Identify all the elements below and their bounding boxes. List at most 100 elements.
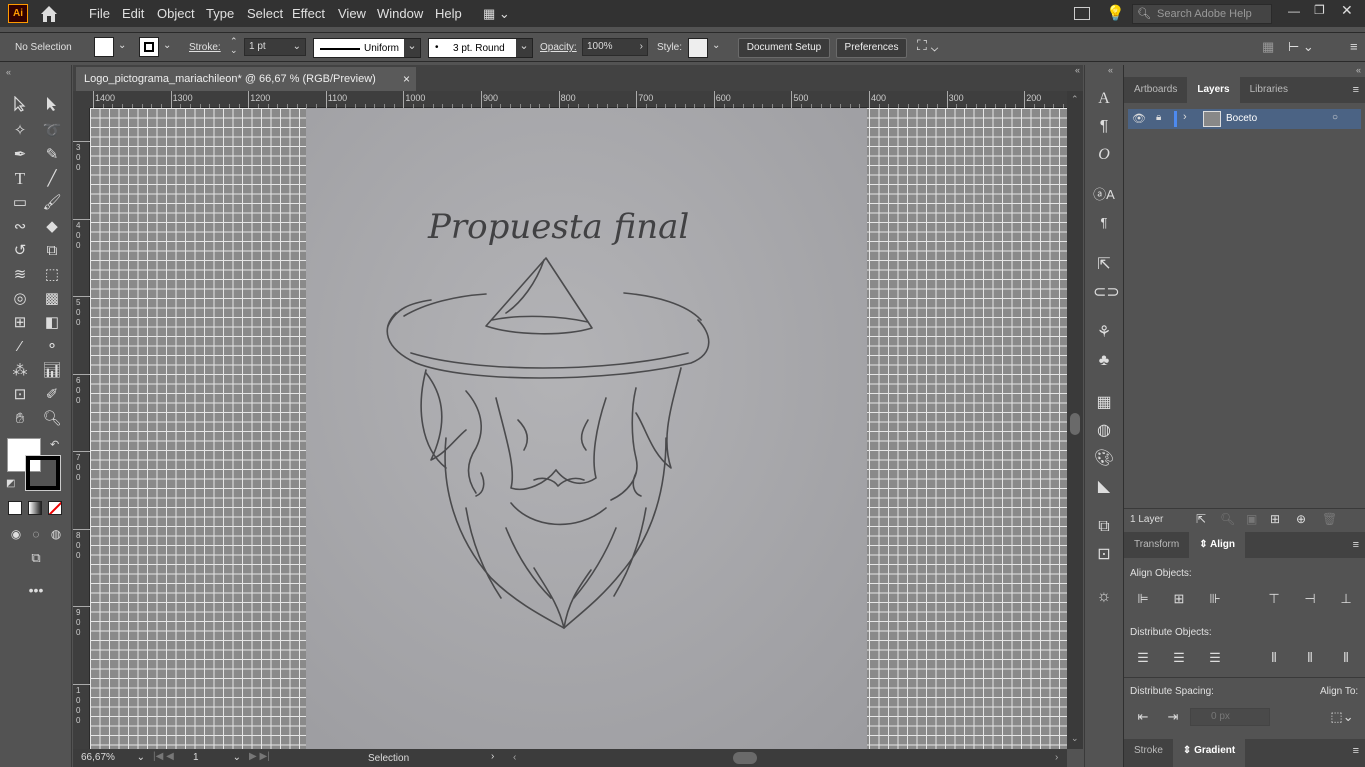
status-menu-icon[interactable]: › [491,751,494,762]
menu-type[interactable]: Type [206,0,234,27]
edit-toolbar-icon[interactable]: ••• [25,579,47,601]
close-window-button[interactable]: ✕ [1341,2,1353,19]
paragraph-styles-icon[interactable]: ¶ [1093,212,1115,234]
panel-menu-icon[interactable]: ≡ [1350,39,1358,54]
color-guide-icon[interactable]: ◍ [1093,420,1115,442]
stroke-swatch[interactable] [139,37,159,57]
free-transform-tool-icon[interactable]: ⬚ [41,264,63,286]
shape-builder-tool-icon[interactable]: ◎ [9,288,31,310]
tab-stroke[interactable]: Stroke [1124,739,1173,767]
stroke-weight-input[interactable]: 1 pt ⌄ [244,38,306,56]
shaper-tool-icon[interactable]: ∾ [9,216,31,238]
rotate-tool-icon[interactable]: ↺ [9,240,31,262]
canvas-vertical-scrollbar[interactable]: ⌃ ⌄ [1067,91,1083,749]
type-tool-icon[interactable]: T [9,168,31,190]
opacity-label[interactable]: Opacity: [540,42,577,53]
document-tab[interactable]: Logo_pictograma_mariachileon* @ 66,67 % … [76,67,416,91]
gradient-panel-icon[interactable]: ◣ [1093,476,1115,498]
artboard-number-input[interactable]: 1 ⌄ [189,751,243,766]
menu-window[interactable]: Window [377,0,423,27]
spacing-input[interactable]: 0 px [1190,708,1270,726]
document-setup-button[interactable]: Document Setup [738,38,830,58]
canvas[interactable]: Propuesta final [90,108,1067,749]
symbols-sprayer-panel-icon[interactable]: ⚘ [1093,322,1115,344]
scroll-left-icon[interactable]: ‹ [513,752,516,763]
zoom-tool-icon[interactable]: 🔍︎ [41,408,63,430]
slice-tool-icon[interactable]: ✐ [41,384,63,406]
stroke-dropdown-icon[interactable]: ⌄ [163,40,171,51]
gradient-mode-icon[interactable] [28,501,42,515]
horizontal-scroll-thumb[interactable] [733,752,757,764]
distribute-bottom-icon[interactable]: ☰ [1206,651,1224,665]
lock-icon[interactable]: 🔒︎ [1156,112,1161,123]
collapse-toolbar-icon[interactable]: « [6,67,11,77]
menu-view[interactable]: View [338,0,366,27]
stroke-stepper-icon[interactable]: ⌃ ⌄ [230,37,238,55]
tab-artboards[interactable]: Artboards [1124,77,1187,103]
scroll-right-icon[interactable]: › [1055,752,1058,763]
collapse-panel-icon[interactable]: « [1356,65,1361,75]
tab-transform[interactable]: Transform [1124,532,1189,558]
expand-layer-icon[interactable]: › [1183,111,1187,123]
align-vcenter-icon[interactable]: ⊣ [1301,592,1319,606]
brush-definition[interactable]: • 3 pt. Round ⌄ [428,38,533,58]
menu-help[interactable]: Help [435,0,462,27]
workspace-switcher-icon[interactable]: ▦ ⌄ [483,6,519,22]
arrange-documents-icon[interactable] [1074,7,1090,20]
stroke-label[interactable]: Stroke: [189,42,221,53]
distribute-right-icon[interactable]: ⫴ [1337,651,1355,665]
menu-edit[interactable]: Edit [122,0,144,27]
distribute-left-icon[interactable]: ⫴ [1265,651,1283,665]
stroke-color-swatch[interactable] [25,455,61,491]
direct-selection-tool-icon[interactable] [41,96,63,118]
magic-wand-tool-icon[interactable]: ✧ [9,120,31,142]
asset-export-icon[interactable]: ⊡ [1093,544,1115,566]
column-graph-tool-icon[interactable]: 📊︎ [41,360,63,382]
opacity-input[interactable]: 100% › [582,38,648,56]
eyedropper-tool-icon[interactable]: ⁄ [9,336,31,358]
appearance-panel-icon[interactable]: ☼ [1093,586,1115,608]
new-sublayer-icon[interactable]: ⊞ [1270,512,1280,526]
style-dropdown-icon[interactable]: ⌄ [712,40,720,51]
gradient-tool-icon[interactable]: ◧ [41,312,63,334]
fill-dropdown-icon[interactable]: ⌄ [118,40,126,51]
target-circle-icon[interactable]: ○ [1332,112,1338,123]
line-tool-icon[interactable]: ╱ [41,168,63,190]
tab-libraries[interactable]: Libraries [1240,77,1298,103]
distribute-hcenter-icon[interactable]: ⫴ [1301,651,1319,665]
scale-tool-icon[interactable]: ⧉ [41,240,63,262]
home-icon[interactable] [38,4,60,24]
screen-mode-icon[interactable]: ⧉ [25,547,47,569]
vertical-distribute-space-icon[interactable]: ⇤ [1134,710,1152,724]
clipping-mask-icon[interactable]: ▣ [1246,512,1257,526]
hand-tool-icon[interactable]: ✋︎ [9,408,31,430]
preferences-button[interactable]: Preferences [836,38,907,58]
align-grid-icon[interactable]: ▦ [1262,39,1274,55]
tab-align[interactable]: ⇕ Align [1189,532,1245,558]
fill-swatch[interactable] [94,37,114,57]
eraser-tool-icon[interactable]: ◆ [41,216,63,238]
align-top-icon[interactable]: ⊤ [1265,592,1283,606]
close-document-icon[interactable]: × [403,67,410,91]
color-mode-icon[interactable] [8,501,22,515]
artboards-panel-icon[interactable]: ⧉ [1093,516,1115,538]
layer-name[interactable]: Boceto [1226,113,1257,124]
distribute-top-icon[interactable]: ☰ [1134,651,1152,665]
zoom-input[interactable]: 66,67% ⌄ [77,751,147,766]
links-panel-icon[interactable]: ⊂⊃ [1093,282,1120,304]
search-field[interactable]: 🔍︎ Search Adobe Help [1132,4,1272,24]
expand-dock-icon[interactable]: « [1108,65,1113,75]
delete-layer-icon[interactable]: 🗑︎ [1322,512,1337,526]
swap-colors-icon[interactable]: ↶ [50,438,59,451]
none-mode-icon[interactable] [48,501,62,515]
curvature-tool-icon[interactable]: ✎ [41,144,63,166]
perspective-grid-tool-icon[interactable]: ▩ [41,288,63,310]
layer-row[interactable]: 👁︎ 🔒︎ › Boceto ○ [1128,109,1361,129]
mesh-tool-icon[interactable]: ⊞ [9,312,31,334]
rectangle-tool-icon[interactable]: ▭ [9,192,31,214]
vertical-ruler[interactable]: 3 0 0 4 0 0 5 0 0 6 0 0 7 0 0 8 0 0 9 0 0 1 0 0… [73,108,90,749]
vertical-scroll-thumb[interactable] [1070,413,1080,435]
panel-menu-icon[interactable]: ≡ [1353,739,1365,767]
draw-normal-icon[interactable]: ◉ [5,523,27,545]
menu-select[interactable]: Select [247,0,283,27]
